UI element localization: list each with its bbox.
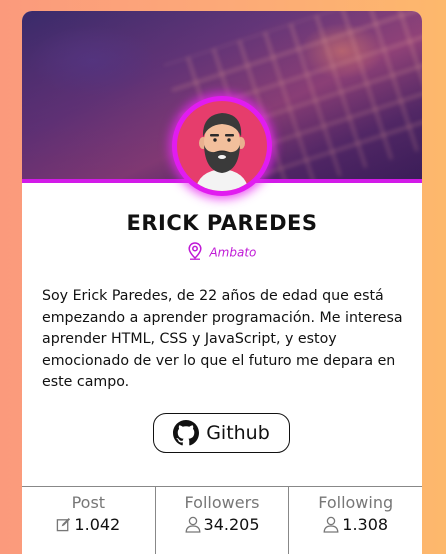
stat-followers: Followers 34.205 <box>154 487 289 554</box>
stat-post-value: 1.042 <box>74 515 121 534</box>
stat-following: Following 1.308 <box>288 487 422 554</box>
profile-card: ERICK PAREDES Ambato Soy Erick Paredes, … <box>22 11 422 554</box>
github-icon <box>173 420 200 446</box>
location-label: Ambato <box>209 245 257 260</box>
stat-followers-value-wrap: 34.205 <box>185 515 260 534</box>
profile-location: Ambato <box>22 242 422 263</box>
edit-icon <box>57 517 71 532</box>
user-icon <box>323 516 339 533</box>
stat-followers-label: Followers <box>184 493 260 512</box>
location-pin-icon <box>188 242 202 263</box>
stat-following-value: 1.308 <box>342 515 389 534</box>
profile-bio: Soy Erick Paredes, de 22 años de edad qu… <box>42 288 403 390</box>
user-icon <box>185 516 200 533</box>
avatar <box>172 96 272 196</box>
stat-post-value-wrap: 1.042 <box>56 515 120 534</box>
stat-followers-value: 34.205 <box>203 515 260 534</box>
stat-following-value-wrap: 1.308 <box>323 515 388 534</box>
stat-following-label: Following <box>318 493 394 512</box>
stat-post: Post 1.042 <box>22 487 155 554</box>
profile-name: ERICK PAREDES <box>126 211 318 235</box>
github-button[interactable]: Github <box>153 413 290 453</box>
stat-post-label: Post <box>71 493 106 512</box>
github-button-label: Github <box>206 422 270 444</box>
bearded-man-avatar-icon <box>195 113 249 191</box>
stats-bar: Post 1.042 Followers 34.205 Following 1.… <box>22 486 422 554</box>
